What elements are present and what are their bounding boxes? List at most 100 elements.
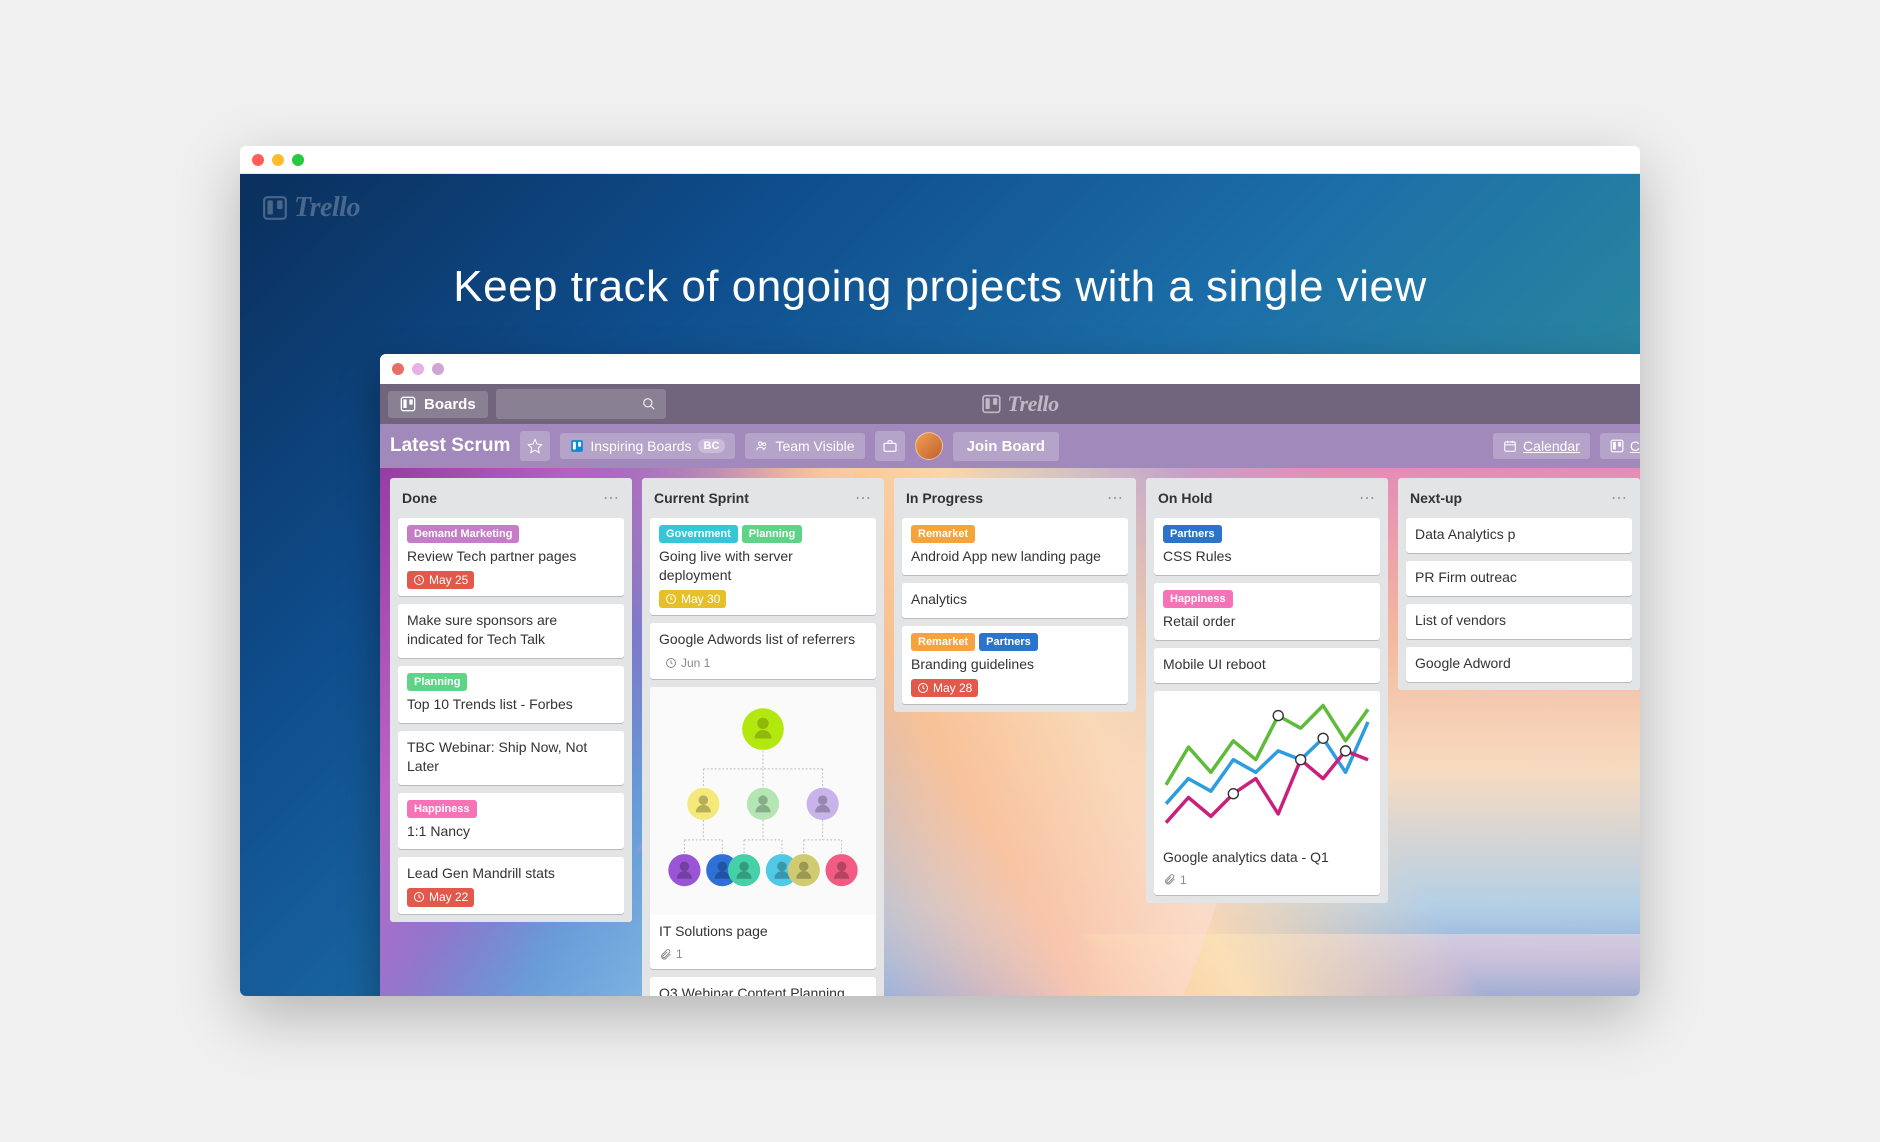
card[interactable]: List of vendors bbox=[1406, 604, 1632, 639]
card[interactable]: Google Adwords list of referrers Jun 1 bbox=[650, 623, 876, 679]
card[interactable]: RemarketAndroid App new landing page bbox=[902, 518, 1128, 575]
trello-logo-center[interactable]: Trello bbox=[981, 391, 1058, 417]
card[interactable]: Google Adword bbox=[1406, 647, 1632, 682]
board-canvas: Done ⋯ Demand Marketing Review Tech partn… bbox=[380, 468, 1640, 996]
org-badge: BC bbox=[698, 439, 726, 453]
card-title: Data Analytics p bbox=[1415, 525, 1623, 544]
card[interactable]: TBC Webinar: Ship Now, Not Later bbox=[398, 731, 624, 785]
org-chip[interactable]: Inspiring Boards BC bbox=[560, 433, 735, 459]
card[interactable]: Happiness Retail order bbox=[1154, 583, 1380, 640]
due-date-badge: May 30 bbox=[659, 590, 726, 608]
list-title[interactable]: Done bbox=[402, 490, 437, 506]
card-title: PR Firm outreac bbox=[1415, 568, 1623, 587]
calendar-button[interactable]: Calendar bbox=[1493, 433, 1590, 459]
star-icon bbox=[527, 438, 543, 454]
card-title: Mobile UI reboot bbox=[1163, 655, 1371, 674]
card-label[interactable]: Planning bbox=[742, 525, 802, 543]
card-title: Google Adwords list of referrers bbox=[659, 630, 867, 649]
zoom-icon[interactable] bbox=[292, 154, 304, 166]
card-labels: Happiness bbox=[407, 800, 615, 818]
card[interactable]: Google analytics data - Q1 1 bbox=[1154, 691, 1380, 895]
card-label[interactable]: Government bbox=[659, 525, 738, 543]
card[interactable]: Analytics bbox=[902, 583, 1128, 618]
card[interactable]: Lead Gen Mandrill stats May 22 bbox=[398, 857, 624, 913]
card-labels: Partners bbox=[1163, 525, 1371, 543]
card[interactable]: PR Firm outreac bbox=[1406, 561, 1632, 596]
hero: Trello Keep track of ongoing projects wi… bbox=[240, 174, 1640, 996]
trello-icon bbox=[570, 439, 584, 453]
list[interactable]: Current Sprint ⋯ GovernmentPlanningGoing… bbox=[642, 478, 884, 996]
card-label[interactable]: Partners bbox=[979, 633, 1038, 651]
star-button[interactable] bbox=[520, 431, 550, 461]
outer-titlebar bbox=[240, 146, 1640, 174]
card[interactable]: RemarketPartnersBranding guidelines May … bbox=[902, 626, 1128, 704]
card-label[interactable]: Planning bbox=[407, 673, 467, 691]
card[interactable]: Mobile UI reboot bbox=[1154, 648, 1380, 683]
card[interactable]: Q3 Webinar Content Planning bbox=[650, 977, 876, 996]
card[interactable]: Demand Marketing Review Tech partner page… bbox=[398, 518, 624, 596]
attachment-badge: 1 bbox=[659, 946, 683, 962]
hero-headline: Keep track of ongoing projects with a si… bbox=[240, 262, 1640, 312]
outer-window: Trello Keep track of ongoing projects wi… bbox=[240, 146, 1640, 996]
briefcase-button[interactable] bbox=[875, 431, 905, 461]
list-header: Current Sprint ⋯ bbox=[650, 486, 876, 510]
card-title: IT Solutions page bbox=[659, 922, 867, 941]
join-label: Join Board bbox=[967, 438, 1045, 455]
card-label[interactable]: Happiness bbox=[407, 800, 477, 818]
search-input[interactable] bbox=[496, 389, 666, 419]
member-avatar[interactable] bbox=[915, 432, 943, 460]
card[interactable]: PartnersCSS Rules bbox=[1154, 518, 1380, 575]
card[interactable]: PlanningTop 10 Trends list - Forbes bbox=[398, 666, 624, 723]
card-title: List of vendors bbox=[1415, 611, 1623, 630]
list-menu-icon[interactable]: ⋯ bbox=[603, 488, 620, 508]
list-title[interactable]: Next-up bbox=[1410, 490, 1462, 506]
trello-logo: Trello bbox=[262, 192, 360, 224]
card-label[interactable]: Remarket bbox=[911, 633, 975, 651]
card-label[interactable]: Happiness bbox=[1163, 590, 1233, 608]
trello-icon bbox=[1610, 439, 1624, 453]
card-labels: Demand Marketing bbox=[407, 525, 615, 543]
close-icon[interactable] bbox=[392, 363, 404, 375]
card-title: TBC Webinar: Ship Now, Not Later bbox=[407, 738, 615, 776]
list-menu-icon[interactable]: ⋯ bbox=[1359, 488, 1376, 508]
join-board-button[interactable]: Join Board bbox=[953, 432, 1059, 461]
card-label[interactable]: Demand Marketing bbox=[407, 525, 519, 543]
visibility-label: Team Visible bbox=[775, 438, 854, 454]
more-label: C bbox=[1630, 438, 1640, 454]
card[interactable]: Data Analytics p bbox=[1406, 518, 1632, 553]
brand-wordmark: Trello bbox=[294, 192, 360, 224]
list-menu-icon[interactable]: ⋯ bbox=[855, 488, 872, 508]
inner-window: Boards Trello Latest Scrum Inspiring Boa… bbox=[380, 354, 1640, 996]
close-icon[interactable] bbox=[252, 154, 264, 166]
zoom-icon[interactable] bbox=[432, 363, 444, 375]
list[interactable]: On Hold ⋯ PartnersCSS Rules Happiness Reta… bbox=[1146, 478, 1388, 903]
minimize-icon[interactable] bbox=[272, 154, 284, 166]
list-header: Done ⋯ bbox=[398, 486, 624, 510]
list-title[interactable]: On Hold bbox=[1158, 490, 1212, 506]
list-menu-icon[interactable]: ⋯ bbox=[1107, 488, 1124, 508]
boards-button[interactable]: Boards bbox=[388, 391, 488, 418]
card-labels: Remarket bbox=[911, 525, 1119, 543]
list[interactable]: Done ⋯ Demand Marketing Review Tech partn… bbox=[390, 478, 632, 922]
card-title: Google Adword bbox=[1415, 654, 1623, 673]
list[interactable]: In Progress ⋯ RemarketAndroid App new la… bbox=[894, 478, 1136, 712]
card-label[interactable]: Remarket bbox=[911, 525, 975, 543]
due-date-badge: May 25 bbox=[407, 571, 474, 589]
list-title[interactable]: In Progress bbox=[906, 490, 983, 506]
card[interactable]: GovernmentPlanningGoing live with server… bbox=[650, 518, 876, 615]
list-menu-icon[interactable]: ⋯ bbox=[1611, 488, 1628, 508]
card[interactable]: Make sure sponsors are indicated for Tec… bbox=[398, 604, 624, 658]
visibility-chip[interactable]: Team Visible bbox=[745, 433, 864, 459]
card-label[interactable]: Partners bbox=[1163, 525, 1222, 543]
due-date-badge: May 22 bbox=[407, 888, 474, 906]
list-title[interactable]: Current Sprint bbox=[654, 490, 749, 506]
card-title: Review Tech partner pages bbox=[407, 547, 615, 566]
more-button[interactable]: C bbox=[1600, 433, 1640, 459]
list-header: On Hold ⋯ bbox=[1154, 486, 1380, 510]
card[interactable]: IT Solutions page 1 bbox=[650, 687, 876, 969]
card[interactable]: Happiness1:1 Nancy bbox=[398, 793, 624, 850]
minimize-icon[interactable] bbox=[412, 363, 424, 375]
card-title: Retail order bbox=[1163, 612, 1371, 631]
list[interactable]: Next-up ⋯ Data Analytics p PR Firm outrea… bbox=[1398, 478, 1640, 690]
card-labels: RemarketPartners bbox=[911, 633, 1119, 651]
